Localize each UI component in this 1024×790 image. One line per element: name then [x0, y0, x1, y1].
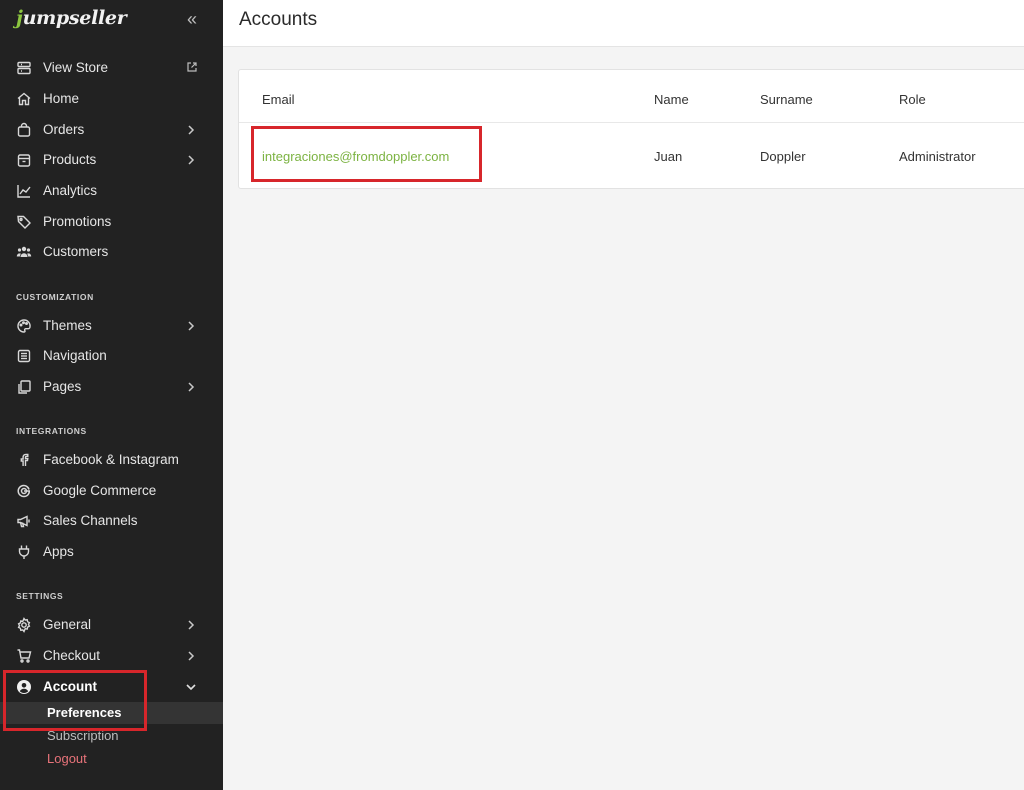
sidebar-item-label: Navigation	[43, 348, 107, 363]
chevron-right-icon	[185, 153, 197, 167]
top-bar: Accounts	[223, 0, 1024, 47]
google-icon	[16, 483, 32, 499]
sidebar-item-apps[interactable]: Apps	[0, 537, 223, 567]
sidebar-item-checkout[interactable]: Checkout	[0, 641, 223, 671]
sidebar-item-analytics[interactable]: Analytics	[0, 176, 223, 206]
sidebar-item-account[interactable]: Account	[0, 672, 223, 702]
sidebar-item-google-commerce[interactable]: Google Commerce	[0, 476, 223, 506]
sidebar-item-label: General	[43, 617, 92, 632]
sidebar-item-label: Apps	[43, 544, 74, 559]
cart-icon	[16, 648, 32, 664]
main-content: Accounts Email Name Surname Role integra…	[223, 0, 1024, 790]
account-email-link[interactable]: integraciones@fromdoppler.com	[262, 149, 449, 164]
sidebar-item-general[interactable]: General	[0, 610, 223, 640]
palette-icon	[16, 318, 32, 334]
list-icon	[16, 348, 32, 364]
sidebar-item-label: View Store	[43, 60, 109, 75]
account-surname-cell: Doppler	[760, 149, 806, 164]
sidebar-item-sales-channels[interactable]: Sales Channels	[0, 506, 223, 536]
sidebar-item-label: Facebook & Instagram	[43, 452, 179, 467]
box-icon	[16, 152, 32, 168]
account-role-cell: Administrator	[899, 149, 976, 164]
chart-icon	[16, 183, 32, 199]
home-icon	[16, 91, 32, 107]
section-title-integrations: INTEGRATIONS	[16, 426, 87, 436]
sidebar-subitem-label: Preferences	[47, 705, 122, 720]
sidebar-subitem-label: Subscription	[47, 728, 119, 743]
tag-icon	[16, 214, 32, 230]
chevron-down-icon	[185, 680, 197, 694]
facebook-icon	[16, 452, 32, 468]
sidebar-item-facebook-instagram[interactable]: Facebook & Instagram	[0, 445, 223, 475]
bag-icon	[16, 122, 32, 138]
chevron-right-icon	[185, 123, 197, 137]
collapse-sidebar-icon[interactable]: «	[183, 9, 201, 29]
logo-text: umpseller	[22, 7, 127, 29]
sidebar-item-products[interactable]: Products	[0, 145, 223, 175]
sidebar-subitem-logout[interactable]: Logout	[0, 748, 223, 770]
plug-icon	[16, 544, 32, 560]
chevron-right-icon	[185, 649, 197, 663]
sidebar-item-customers[interactable]: Customers	[0, 237, 223, 267]
column-header-role[interactable]: Role	[899, 92, 926, 107]
section-title-customization: CUSTOMIZATION	[16, 292, 94, 302]
sidebar-item-navigation[interactable]: Navigation	[0, 341, 223, 371]
sidebar-item-label: Pages	[43, 379, 82, 394]
chevron-right-icon	[185, 380, 197, 394]
page-title: Accounts	[239, 9, 318, 30]
sidebar-item-view-store[interactable]: View Store	[0, 53, 223, 83]
sidebar-item-promotions[interactable]: Promotions	[0, 207, 223, 237]
column-header-surname[interactable]: Surname	[760, 92, 813, 107]
sidebar-item-label: Customers	[43, 244, 109, 259]
header-divider	[239, 122, 1024, 123]
sidebar-item-label: Home	[43, 91, 80, 106]
sidebar-subitem-subscription[interactable]: Subscription	[0, 725, 223, 747]
accounts-table-card: Email Name Surname Role integraciones@fr…	[238, 69, 1024, 189]
sidebar-subitem-preferences[interactable]: Preferences	[0, 702, 223, 724]
column-header-email[interactable]: Email	[262, 92, 295, 107]
sidebar-subitem-label: Logout	[47, 751, 87, 766]
users-icon	[16, 244, 32, 260]
external-link-icon	[186, 61, 198, 73]
megaphone-icon	[16, 513, 32, 529]
user-circle-icon	[16, 679, 32, 695]
sidebar-item-label: Analytics	[43, 183, 98, 198]
account-name-cell: Juan	[654, 149, 683, 164]
sidebar-item-label: Themes	[43, 318, 92, 333]
chevron-right-icon	[185, 319, 197, 333]
chevron-right-icon	[185, 618, 197, 632]
sidebar-item-label: Products	[43, 152, 97, 167]
pages-icon	[16, 379, 32, 395]
sidebar-item-pages[interactable]: Pages	[0, 372, 223, 402]
sidebar-item-label: Sales Channels	[43, 513, 138, 528]
store-icon	[16, 60, 32, 76]
gear-icon	[16, 617, 32, 633]
sidebar-item-orders[interactable]: Orders	[0, 115, 223, 145]
sidebar-item-home[interactable]: Home	[0, 84, 223, 114]
sidebar-item-themes[interactable]: Themes	[0, 311, 223, 341]
logo-leaf: j	[16, 7, 23, 29]
sidebar-item-label: Account	[43, 679, 97, 694]
sidebar-item-label: Google Commerce	[43, 483, 157, 498]
brand-logo[interactable]: jumpseller	[16, 7, 127, 29]
sidebar: jumpseller « View Store Home Orders Prod…	[0, 0, 223, 790]
sidebar-item-label: Promotions	[43, 214, 112, 229]
column-header-name[interactable]: Name	[654, 92, 689, 107]
sidebar-item-label: Checkout	[43, 648, 101, 663]
section-title-settings: SETTINGS	[16, 591, 64, 601]
sidebar-item-label: Orders	[43, 122, 85, 137]
logo-row: jumpseller «	[0, 0, 223, 40]
